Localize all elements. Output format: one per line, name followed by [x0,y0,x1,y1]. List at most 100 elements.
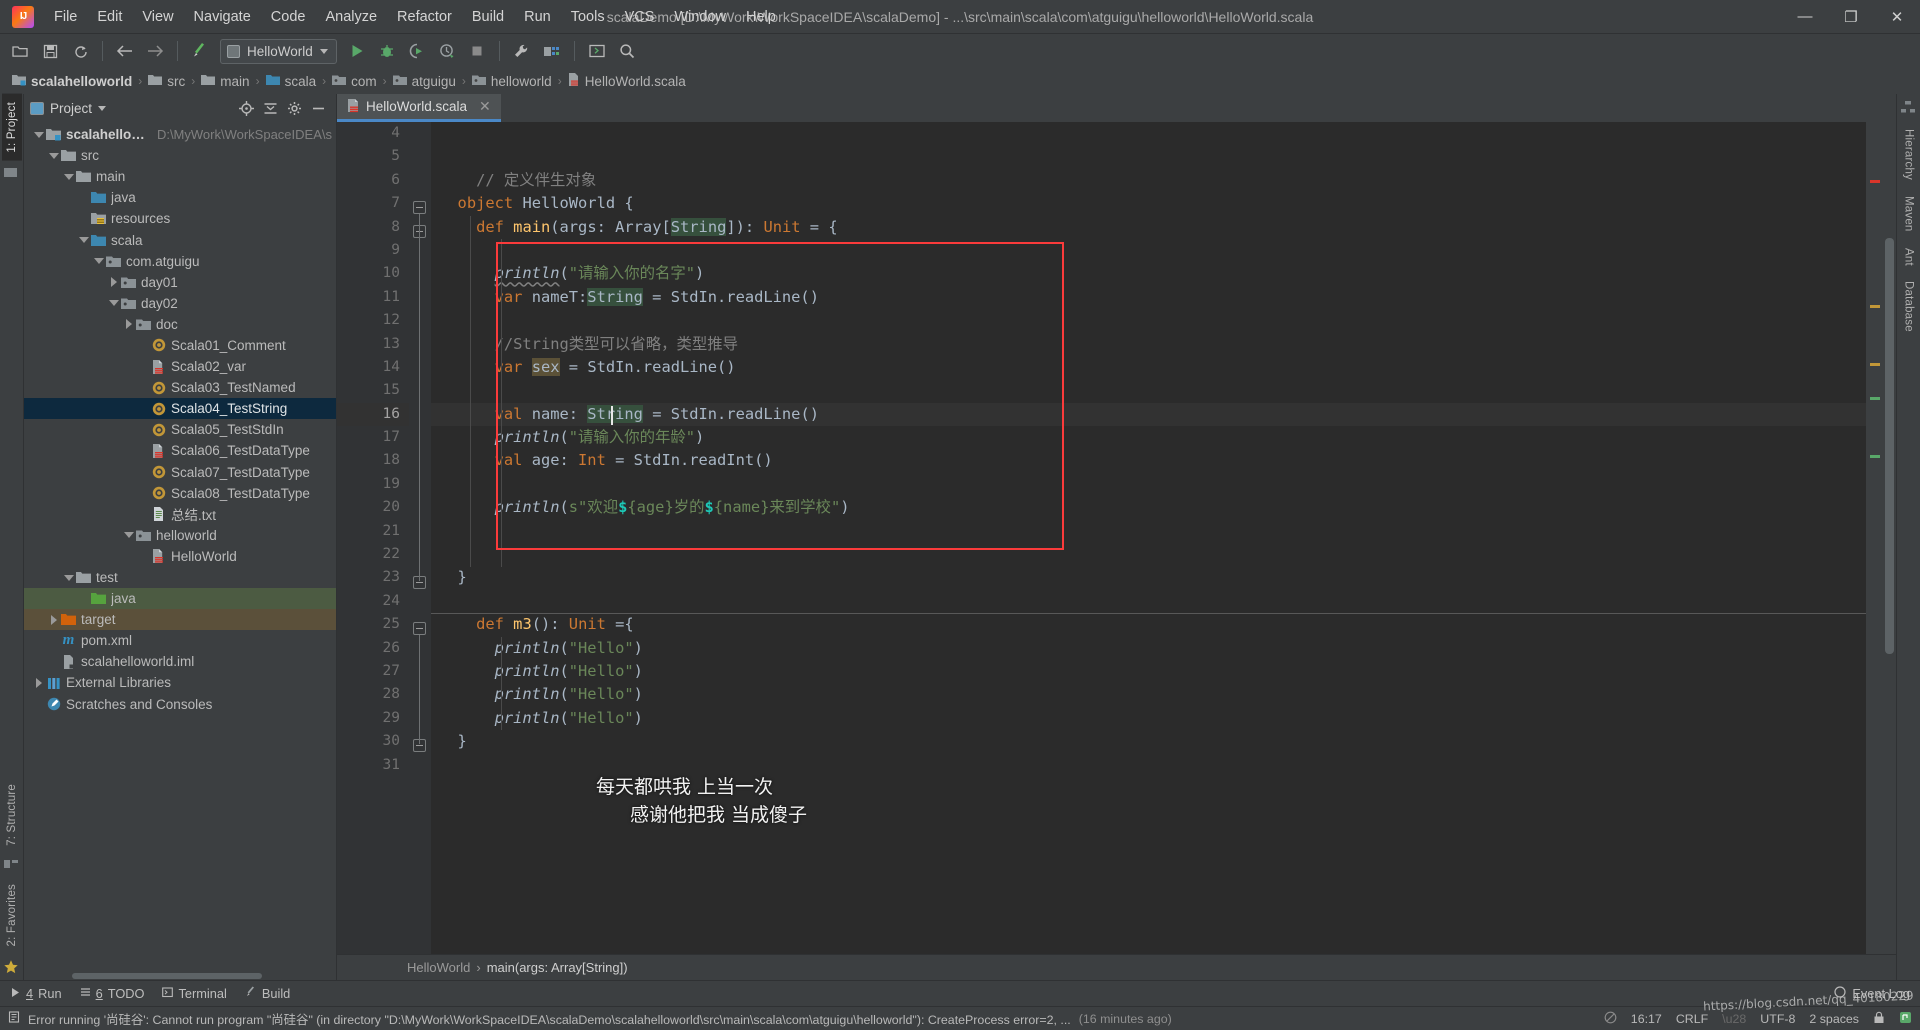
menu-file[interactable]: File [44,6,87,28]
tree-item-scratches-and-consoles[interactable]: Scratches and Consoles [24,694,336,715]
hide-icon[interactable] [311,102,326,115]
status-encoding[interactable]: UTF-8 [1760,1012,1795,1026]
twisty-expanded-icon[interactable] [62,574,75,581]
code-line-22[interactable] [431,543,1866,566]
gutter-line-24[interactable]: 24 [337,590,409,613]
bookmarks-rail-icon[interactable] [3,857,21,873]
tree-item-helloworld[interactable]: helloworld [24,525,336,546]
tree-item-java[interactable]: java [24,187,336,208]
code-line-5[interactable] [431,145,1866,168]
gutter-line-25[interactable]: 25 [337,613,409,636]
tree-item-day02[interactable]: day02 [24,293,336,314]
gutter-line-19[interactable]: 19 [337,473,409,496]
tree-item-scala05-teststdin[interactable]: Scala05_TestStdIn [24,419,336,440]
tree-item-doc[interactable]: doc [24,314,336,335]
editor-marker-strip[interactable] [1866,122,1882,954]
editor-marker[interactable] [1870,305,1880,309]
menu-build[interactable]: Build [462,6,514,28]
code-line-19[interactable] [431,473,1866,496]
status-line-separator[interactable]: CRLF [1676,1012,1708,1026]
sidebar-item-ant[interactable]: Ant [1899,240,1919,274]
code-line-29[interactable]: println("Hello") [431,707,1866,730]
run-with-coverage-icon[interactable] [403,38,431,64]
profile-icon[interactable] [433,38,461,64]
code-line-20[interactable]: println(s"欢迎${age}岁的${name}来到学校") [431,496,1866,519]
code-line-26[interactable]: println("Hello") [431,637,1866,660]
editor-tab-helloworld[interactable]: HelloWorld.scala ✕ [337,94,501,122]
code-editor[interactable]: 4 5 6 7 8 9 10 11 12 13 14 15 16 17 18 19 20 21 22 23 24 25 26… [337,122,1896,954]
gutter-line-27[interactable]: 27 [337,660,409,683]
gutter-line-12[interactable]: 12 [337,309,409,332]
twisty-expanded-icon[interactable] [122,532,135,539]
debug-icon[interactable] [373,38,401,64]
code-line-15[interactable] [431,379,1866,402]
code-line-12[interactable] [431,309,1866,332]
gutter-line-16[interactable]: 16 [337,402,409,427]
tree-item-day01[interactable]: day01 [24,272,336,293]
gutter-line-5[interactable]: 5 [337,145,409,168]
code-line-8[interactable]: def main(args: Array[String]): Unit = { [431,216,1866,239]
editor-marker[interactable] [1870,180,1880,184]
tree-item-scala01-comment[interactable]: Scala01_Comment [24,335,336,356]
gutter-line-4[interactable]: 4 [337,122,409,145]
twisty-expanded-icon[interactable] [32,131,45,138]
minimize-button[interactable]: — [1782,1,1828,33]
code-line-14[interactable]: var sex = StdIn.readLine() [431,356,1866,379]
event-log-button[interactable]: Event Log [1834,986,1910,1001]
menu-window[interactable]: Window [664,6,736,28]
menu-navigate[interactable]: Navigate [184,6,261,28]
gutter-line-30[interactable]: 30 [337,730,409,753]
menu-code[interactable]: Code [261,6,316,28]
menu-analyze[interactable]: Analyze [315,6,387,28]
forward-icon[interactable] [141,38,169,64]
code-line-25[interactable]: def m3(): Unit ={ [431,613,1866,636]
code-line-30[interactable]: } [431,730,1866,753]
gutter-line-14[interactable]: 14 [337,356,409,379]
breadcrumb-item-helloworld-scala[interactable]: HelloWorld.scala [564,73,690,89]
open-folder-icon[interactable] [6,38,34,64]
menu-vcs[interactable]: VCS [615,6,665,28]
git-branch-icon[interactable] [1899,1011,1912,1027]
tree-item-pom-xml[interactable]: m pom.xml [24,630,336,651]
tree-item-com-atguigu[interactable]: com.atguigu [24,251,336,272]
breadcrumb-item-atguigu[interactable]: atguigu [389,74,460,89]
settings-gear-icon[interactable] [287,101,302,116]
code-line-28[interactable]: println("Hello") [431,683,1866,706]
editor-marker[interactable] [1870,454,1880,458]
gutter-line-17[interactable]: 17 [337,426,409,449]
sidebar-item-hierarchy[interactable]: Hierarchy [1899,121,1919,188]
tree-item-scala07-testdatatype[interactable]: Scala07_TestDataType [24,462,336,483]
sidebar-item-structure[interactable]: 7: Structure [2,776,22,854]
editor-marker[interactable] [1870,396,1880,400]
maximize-button[interactable]: ❐ [1828,1,1874,33]
twisty-expanded-icon[interactable] [107,300,120,307]
gutter-line-18[interactable]: 18 [337,449,409,472]
project-tree[interactable]: scalahelloworldD:\MyWork\WorkSpaceIDEA\s… [24,122,336,971]
gutter-line-9[interactable]: 9 [337,239,409,262]
settings-wrench-icon[interactable] [508,38,536,64]
code-line-7[interactable]: object HelloWorld { [431,192,1866,215]
twisty-collapsed-icon[interactable] [47,614,60,625]
twisty-expanded-icon[interactable] [77,237,90,244]
fold-marker-line-7[interactable] [413,201,426,215]
scrollbar-thumb[interactable] [1885,238,1894,655]
run-icon[interactable] [343,38,371,64]
tree-item-scala04-teststring[interactable]: Scala04_TestString [24,398,336,420]
code-line-4[interactable] [431,122,1866,145]
gutter-line-6[interactable]: 6 [337,169,409,192]
terminal-icon[interactable] [583,38,611,64]
tree-item-scala06-testdatatype[interactable]: Scala06_TestDataType [24,440,336,461]
tool-window-todo[interactable]: 6 TODO [80,986,144,1001]
gutter-line-23[interactable]: 23 [337,566,409,589]
status-message[interactable]: Error running '尚硅谷': Cannot run program … [28,1010,1071,1028]
save-all-icon[interactable] [36,38,64,64]
gutter-line-15[interactable]: 15 [337,379,409,402]
breadcrumb-class[interactable]: HelloWorld [407,960,470,975]
twisty-expanded-icon[interactable] [62,173,75,180]
editor-gutter[interactable]: 4 5 6 7 8 9 10 11 12 13 14 15 16 17 18 19 20 21 22 23 24 25 26… [337,122,409,954]
back-icon[interactable] [111,38,139,64]
code-line-16[interactable]: val name: String = StdIn.readLine() [431,402,1866,427]
gutter-line-29[interactable]: 29 [337,707,409,730]
code-line-24[interactable] [431,590,1866,613]
favorites-star-icon[interactable] [3,959,21,975]
